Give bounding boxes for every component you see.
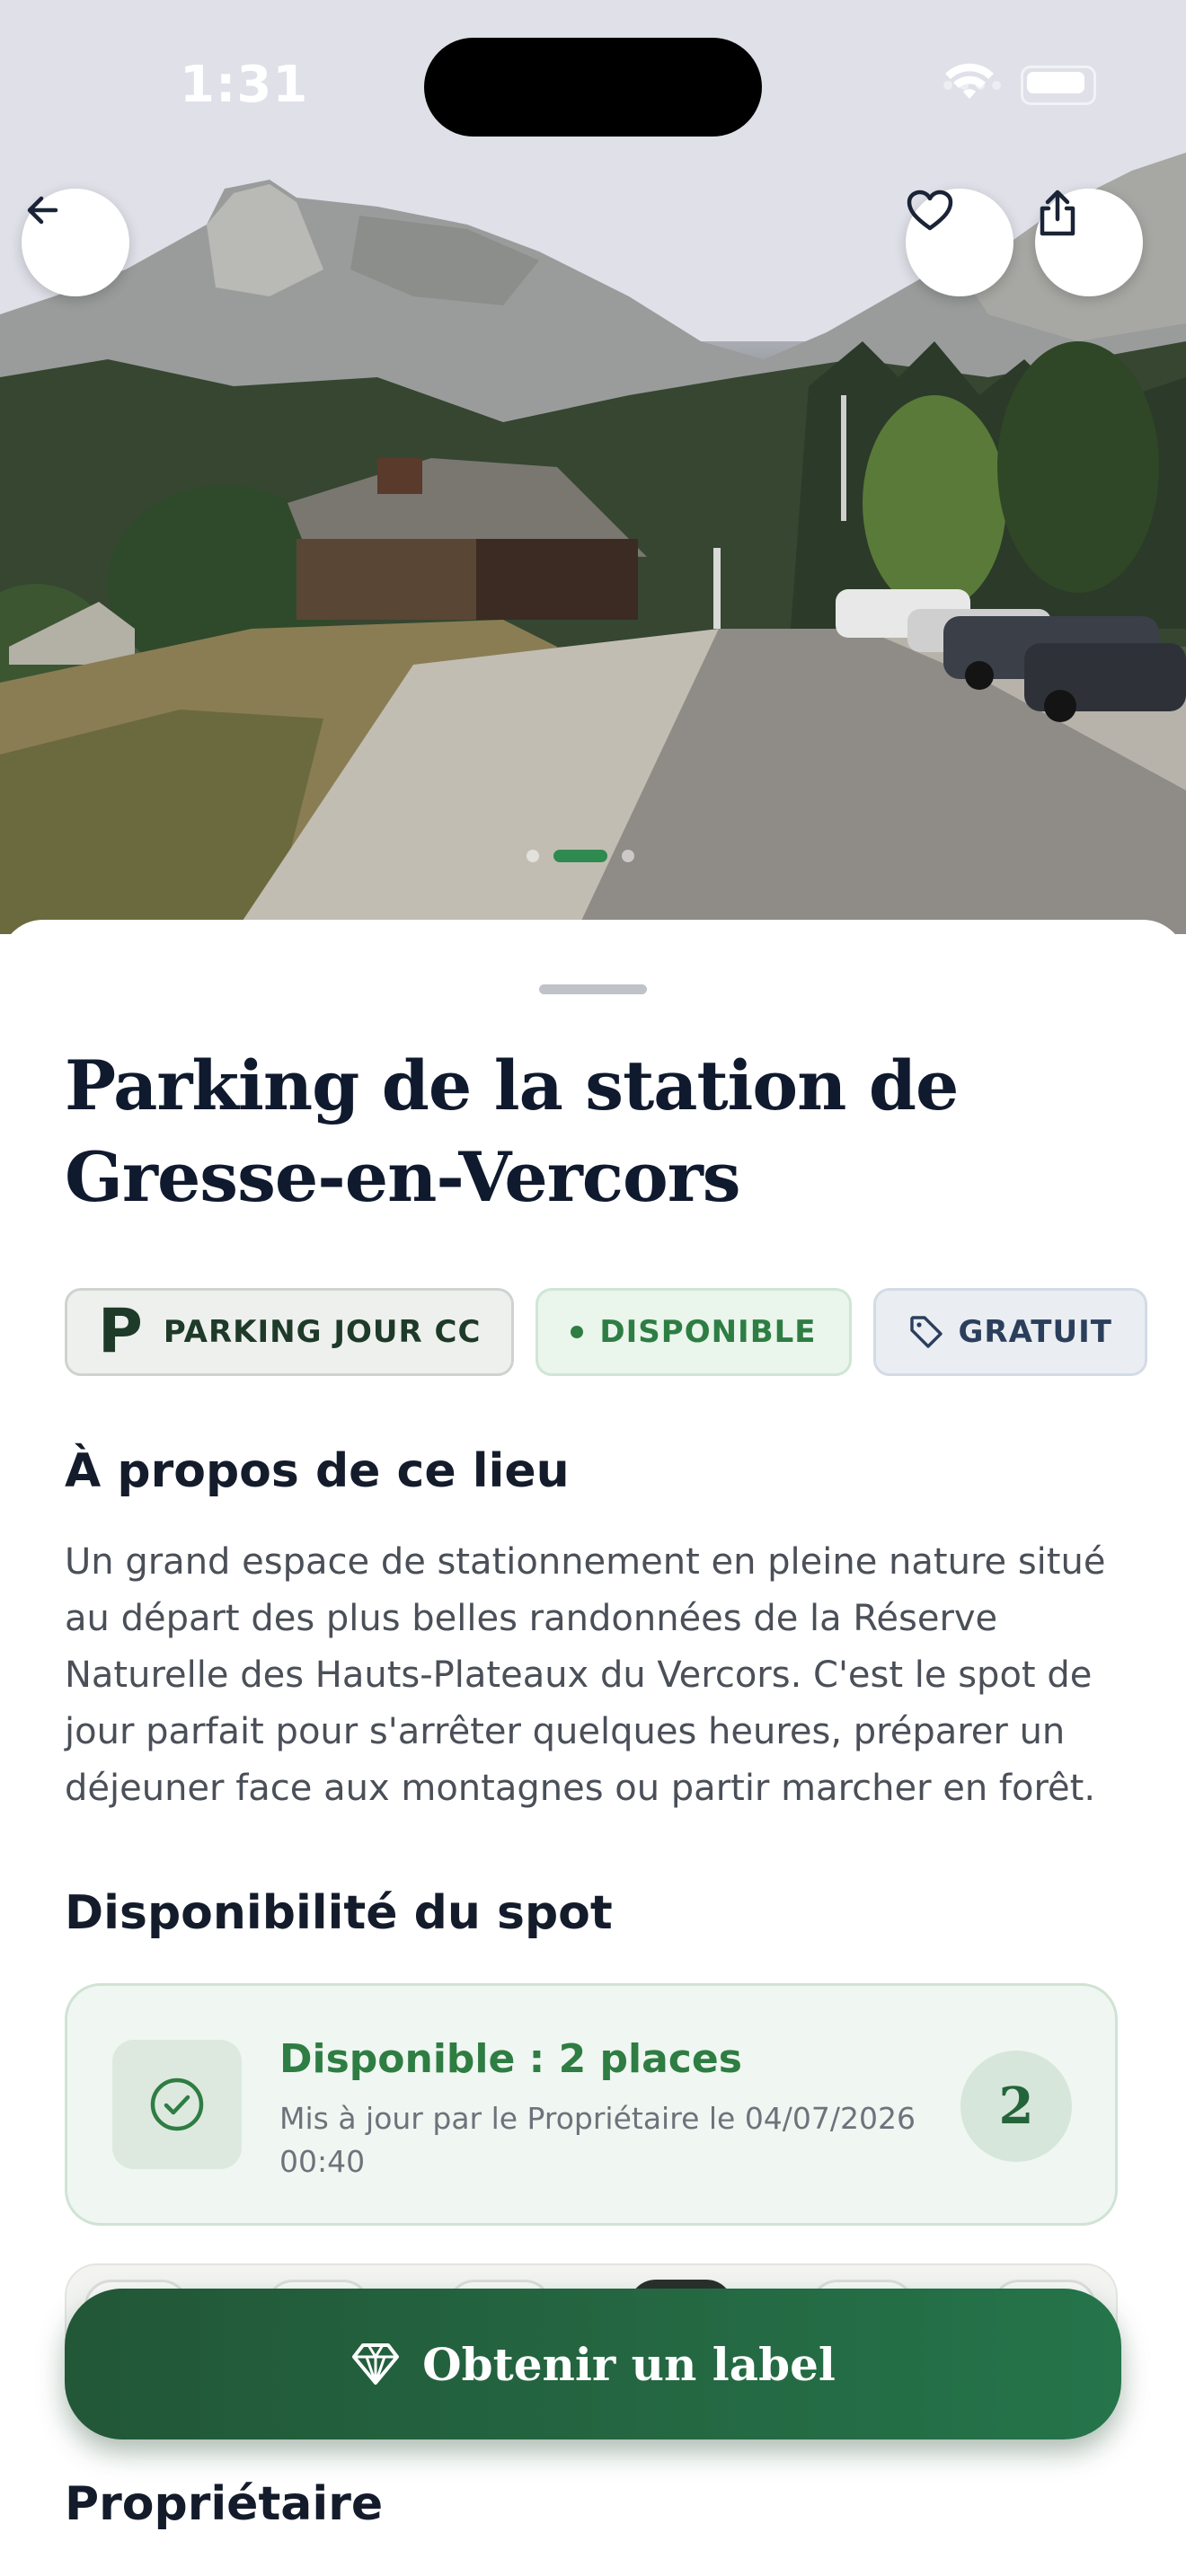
availability-card: Disponible : 2 places Mis à jour par le …	[65, 1983, 1118, 2226]
about-description: Un grand espace de stationnement en plei…	[65, 1541, 1106, 1809]
price-tag-icon	[909, 1316, 943, 1348]
availability-tag-label: DISPONIBLE	[599, 1314, 817, 1350]
heart-icon	[907, 190, 953, 231]
back-button[interactable]	[22, 189, 129, 296]
status-bar-icons	[943, 63, 1096, 108]
pager-dot[interactable]	[622, 850, 634, 862]
favorite-button[interactable]	[906, 189, 1013, 296]
price-tag-label: GRATUIT	[958, 1314, 1112, 1350]
price-tag: GRATUIT	[872, 1288, 1147, 1376]
hero-photo[interactable]: 1:31	[0, 0, 1186, 934]
available-count-badge: 2	[960, 2051, 1072, 2162]
sheet-drag-handle[interactable]	[539, 984, 647, 994]
parking-type-label: PARKING JOUR CC	[163, 1314, 482, 1350]
status-bar-time: 1:31	[180, 56, 309, 114]
availability-heading: Disponibilité du spot	[65, 1886, 613, 1940]
parking-type-tag: P PARKING JOUR CC	[65, 1288, 515, 1376]
pager-dot[interactable]	[527, 850, 539, 862]
share-icon	[1040, 190, 1075, 236]
check-badge	[112, 2040, 242, 2169]
availability-updated: Mis à jour par le Propriétaire le 04/07/…	[279, 2101, 916, 2179]
page-title: Parking de la station de Gresse-en-Verco…	[65, 1045, 959, 1217]
dynamic-island	[424, 38, 762, 137]
pager-dot-active[interactable]	[553, 850, 607, 862]
diamond-icon	[352, 2343, 400, 2385]
photo-pager[interactable]	[527, 850, 634, 862]
arrow-left-icon	[27, 196, 58, 225]
availability-title: Disponible : 2 places	[279, 2036, 742, 2082]
tag-row: P PARKING JOUR CC DISPONIBLE GRATUIT	[65, 1288, 1147, 1376]
about-heading: À propos de ce lieu	[65, 1444, 570, 1498]
get-label-button[interactable]: Obtenir un label	[65, 2289, 1121, 2439]
battery-icon	[1021, 66, 1096, 105]
availability-tag: DISPONIBLE	[535, 1288, 852, 1376]
mountain-landscape-image	[0, 0, 1186, 934]
owner-heading: Propriétaire	[65, 2477, 384, 2531]
share-button[interactable]	[1035, 189, 1143, 296]
get-label-button-label: Obtenir un label	[422, 2337, 836, 2391]
parking-icon: P	[98, 1296, 144, 1367]
wifi-icon	[945, 63, 994, 99]
check-circle-icon	[150, 2078, 204, 2131]
status-dot-icon	[571, 1326, 584, 1338]
